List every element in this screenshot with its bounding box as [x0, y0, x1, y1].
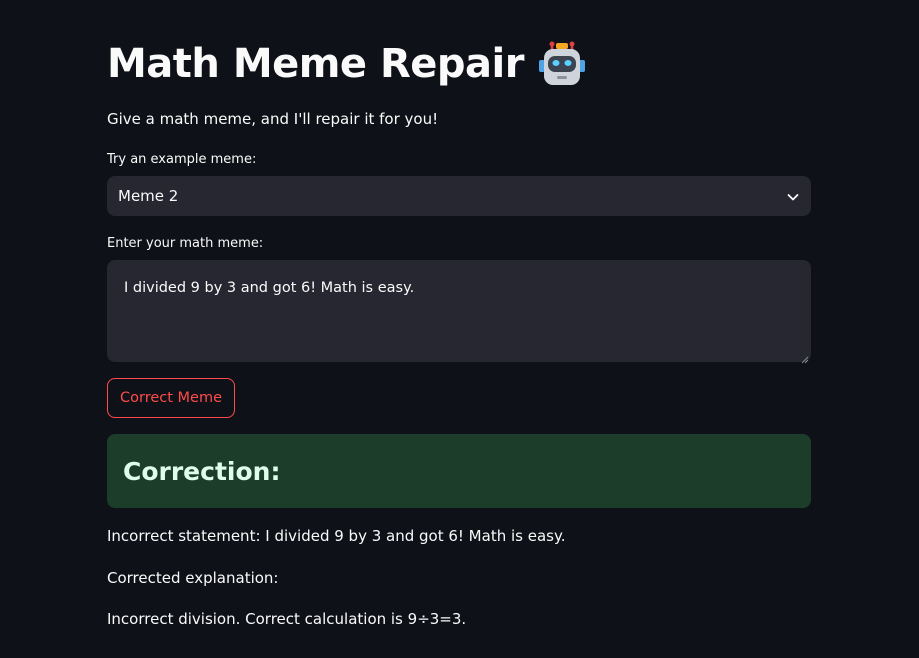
- correction-alert: Correction:: [107, 434, 811, 508]
- resize-handle-icon[interactable]: [801, 352, 809, 364]
- title-row: Math Meme Repair: [107, 36, 586, 92]
- example-select-value: Meme 2: [118, 187, 179, 205]
- page-title: Math Meme Repair: [107, 41, 524, 87]
- page-subtitle: Give a math meme, and I'll repair it for…: [107, 110, 439, 128]
- meme-text-area[interactable]: I divided 9 by 3 and got 6! Math is easy…: [107, 260, 811, 364]
- robot-icon: [538, 40, 586, 88]
- example-meme-select[interactable]: Meme 2: [107, 176, 811, 216]
- meme-text-value: I divided 9 by 3 and got 6! Math is easy…: [124, 280, 415, 296]
- explanation-text: Incorrect division. Correct calculation …: [107, 610, 467, 628]
- correction-heading: Correction:: [123, 456, 281, 486]
- example-select-label: Try an example meme:: [107, 152, 257, 167]
- chevron-down-icon: [786, 189, 800, 203]
- correct-meme-button[interactable]: Correct Meme: [107, 378, 236, 418]
- meme-input-label: Enter your math meme:: [107, 236, 264, 251]
- explanation-label-text: Corrected explanation:: [107, 569, 279, 587]
- incorrect-statement-text: Incorrect statement: I divided 9 by 3 an…: [107, 527, 566, 545]
